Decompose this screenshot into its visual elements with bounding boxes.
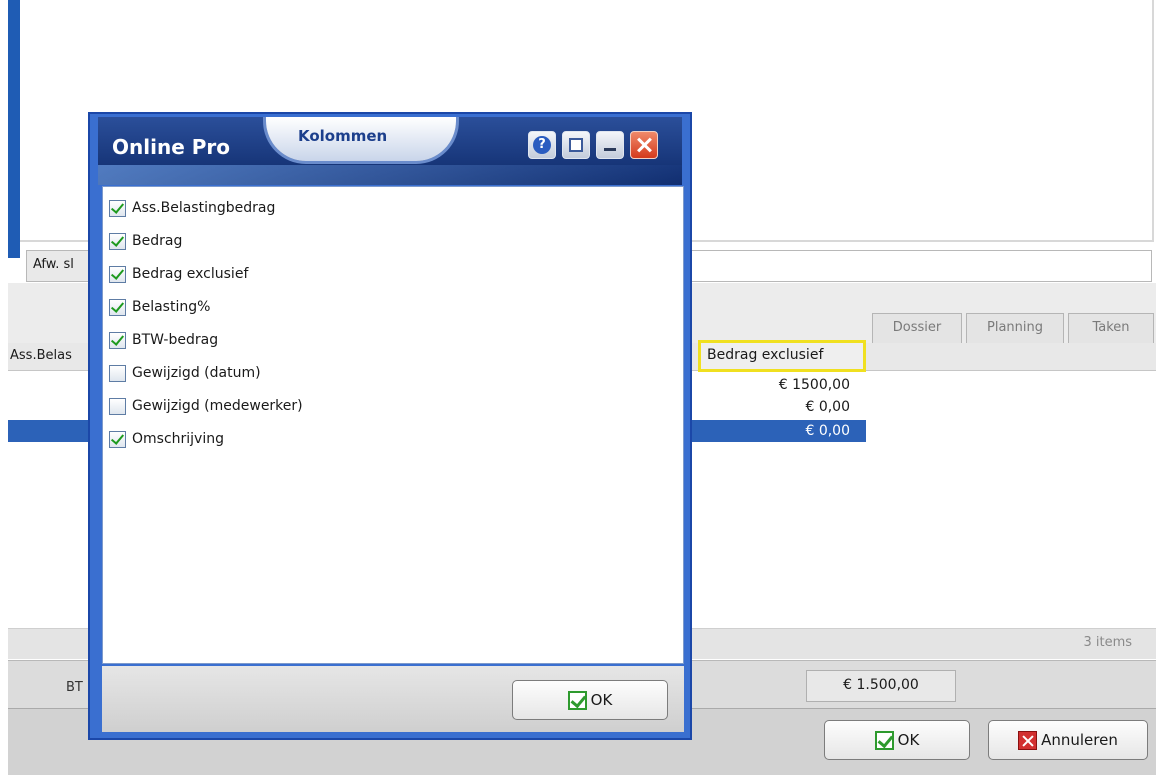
cancel-button[interactable]: Annuleren — [988, 720, 1148, 760]
checkbox[interactable] — [109, 199, 126, 217]
left-accent-strip — [8, 0, 20, 258]
checkbox[interactable] — [109, 298, 126, 316]
items-count: 3 items — [1083, 635, 1132, 650]
app-name: Online Pro — [112, 135, 230, 159]
restore-button[interactable] — [562, 131, 590, 159]
tab-planning[interactable]: Planning — [966, 313, 1064, 343]
afw-input[interactable] — [680, 250, 1152, 282]
column-option-gewijzigd-datum[interactable]: Gewijzigd (datum) — [109, 362, 261, 384]
kolommen-dialog: Online Pro Kolommen ? Ass.Belastingbedra… — [88, 112, 692, 740]
close-icon — [635, 136, 653, 154]
table-cell[interactable]: € 0,00 — [698, 396, 864, 418]
dialog-title: Kolommen — [298, 127, 388, 145]
minimize-icon — [604, 147, 616, 151]
help-button[interactable]: ? — [528, 131, 556, 159]
checkbox[interactable] — [109, 232, 126, 250]
column-option-bedrag-exclusief[interactable]: Bedrag exclusief — [109, 263, 248, 285]
column-option-label: Ass.Belastingbedrag — [132, 200, 276, 216]
table-cell[interactable]: € 1500,00 — [698, 374, 864, 396]
checkbox[interactable] — [109, 430, 126, 448]
column-option-label: Gewijzigd (datum) — [132, 365, 261, 381]
cancel-button-label: Annuleren — [1041, 731, 1118, 749]
column-option-label: Bedrag — [132, 233, 183, 249]
column-header-bedrag-exclusief[interactable]: Bedrag exclusief — [698, 340, 866, 372]
dialog-title-bar[interactable]: Online Pro Kolommen ? — [98, 117, 682, 185]
tab-dossier[interactable]: Dossier — [872, 313, 962, 343]
column-list: Ass.Belastingbedrag Bedrag Bedrag exclus… — [102, 186, 684, 664]
dialog-ok-button[interactable]: OK — [512, 680, 668, 720]
column-option-label: Belasting% — [132, 299, 211, 315]
help-icon: ? — [533, 136, 551, 154]
column-option-label: BTW-bedrag — [132, 332, 219, 348]
cross-icon — [1018, 730, 1038, 750]
close-button[interactable] — [630, 131, 658, 159]
btw-total-label: BT — [66, 680, 83, 695]
column-option-omschrijving[interactable]: Omschrijving — [109, 428, 224, 450]
tab-taken[interactable]: Taken — [1068, 313, 1154, 343]
checkbox[interactable] — [109, 331, 126, 349]
table-cell[interactable]: € 0,00 — [698, 420, 864, 442]
checkbox[interactable] — [109, 265, 126, 283]
column-option-label: Gewijzigd (medewerker) — [132, 398, 303, 414]
restore-icon — [569, 138, 583, 152]
dialog-ok-label: OK — [590, 691, 613, 709]
column-header-ass-belasting[interactable]: Ass.Belas — [8, 343, 88, 370]
total-value: € 1.500,00 — [806, 670, 956, 702]
column-option-btw-bedrag[interactable]: BTW-bedrag — [109, 329, 218, 351]
minimize-button[interactable] — [596, 131, 624, 159]
column-option-label: Bedrag exclusief — [132, 266, 249, 282]
checkbox[interactable] — [109, 397, 126, 415]
column-option-bedrag[interactable]: Bedrag — [109, 230, 182, 252]
column-option-gewijzigd-medewerker[interactable]: Gewijzigd (medewerker) — [109, 395, 303, 417]
check-icon — [874, 730, 894, 750]
title-glow — [98, 165, 682, 185]
ok-button-label: OK — [897, 731, 920, 749]
ok-button[interactable]: OK — [824, 720, 970, 760]
column-option-label: Omschrijving — [132, 431, 224, 447]
checkbox[interactable] — [109, 364, 126, 382]
column-option-ass-belastingbedrag[interactable]: Ass.Belastingbedrag — [109, 197, 275, 219]
column-option-belasting-percent[interactable]: Belasting% — [109, 296, 210, 318]
check-icon — [567, 690, 587, 710]
